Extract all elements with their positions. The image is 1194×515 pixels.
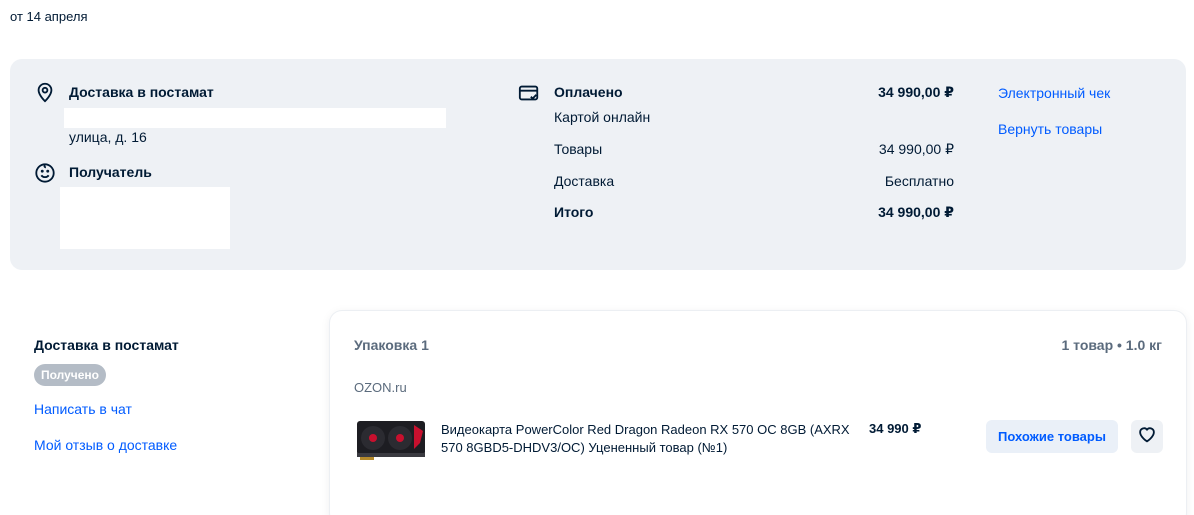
- payment-total: 34 990,00 ₽: [878, 84, 954, 100]
- delivery-cost-value: Бесплатно: [884, 173, 954, 189]
- goods-value: 34 990,00 ₽: [878, 141, 954, 157]
- status-badge: Получено: [34, 364, 107, 386]
- smile-icon: [34, 162, 56, 184]
- receipt-link[interactable]: Электронный чек: [998, 85, 1110, 101]
- total-label: Итого: [554, 204, 594, 220]
- product-price: 34 990 ₽: [869, 421, 922, 436]
- return-goods-link[interactable]: Вернуть товары: [998, 121, 1102, 137]
- total-value: 34 990,00 ₽: [878, 204, 954, 220]
- delivery-review-link[interactable]: Мой отзыв о доставке: [34, 437, 177, 453]
- delivery-title: Доставка в постамат: [69, 84, 214, 100]
- payment-status: Оплачено: [554, 84, 623, 100]
- product-image[interactable]: [356, 417, 426, 461]
- package-card: Упаковка 1 1 товар • 1.0 кг OZON.ru Виде…: [330, 311, 1186, 515]
- chat-link[interactable]: Написать в чат: [34, 401, 132, 417]
- heart-icon: [1136, 423, 1158, 450]
- address-line: улица, д. 16: [69, 129, 147, 145]
- delivery-cost-label: Доставка: [554, 173, 615, 189]
- shipment-title: Доставка в постамат: [34, 337, 179, 353]
- recipient-redacted: [60, 187, 230, 249]
- similar-products-button[interactable]: Похожие товары: [986, 420, 1118, 453]
- goods-label: Товары: [554, 141, 603, 157]
- favorite-button[interactable]: [1131, 420, 1163, 453]
- recipient-title: Получатель: [69, 164, 152, 180]
- location-pin-icon: [34, 81, 56, 103]
- package-title: Упаковка 1: [354, 337, 429, 353]
- package-meta: 1 товар • 1.0 кг: [1061, 337, 1162, 353]
- seller-name: OZON.ru: [354, 380, 407, 395]
- address-redacted: [64, 108, 446, 128]
- order-summary-panel: Доставка в постамат улица, д. 16 Получат…: [10, 59, 1186, 270]
- payment-method: Картой онлайн: [554, 109, 651, 125]
- card-icon: [518, 82, 540, 104]
- order-date: от 14 апреля: [10, 9, 88, 24]
- product-name[interactable]: Видеокарта PowerColor Red Dragon Radeon …: [441, 421, 851, 457]
